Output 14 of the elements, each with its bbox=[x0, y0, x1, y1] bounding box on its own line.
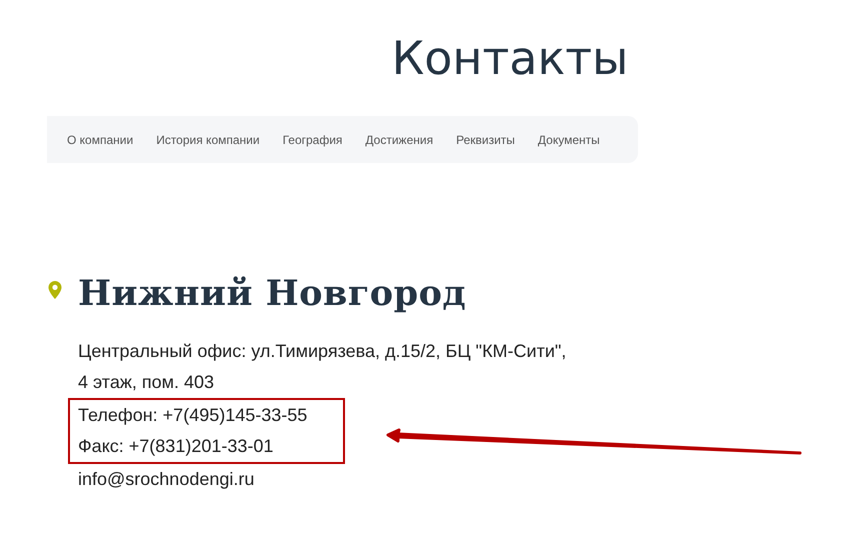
address-text: 4 этаж, пом. 403 bbox=[77, 371, 216, 394]
city-heading: Нижний Новгород bbox=[78, 273, 466, 314]
nav-link[interactable]: География bbox=[282, 132, 342, 146]
nav-link[interactable]: Достижения bbox=[365, 132, 434, 146]
nav-link[interactable]: Реквизиты bbox=[456, 132, 515, 146]
email-link[interactable]: info@srochnodengi.ru bbox=[68, 464, 855, 495]
address-text: Центральный офис: ул.Тимирязева, д.15/2, БЦ "КМ-Сити", bbox=[77, 340, 568, 363]
page-title: Контакты bbox=[390, 30, 630, 86]
nav-link[interactable]: О компании bbox=[67, 132, 134, 146]
nav-link[interactable]: История компании bbox=[156, 132, 260, 146]
phone-text: Телефон: +7(495)145-33-55 bbox=[77, 404, 308, 427]
fax-text: Факс: +7(831)201-33-01 bbox=[77, 435, 274, 458]
location-pin-icon bbox=[47, 280, 63, 300]
nav-link[interactable]: Документы bbox=[538, 132, 600, 146]
